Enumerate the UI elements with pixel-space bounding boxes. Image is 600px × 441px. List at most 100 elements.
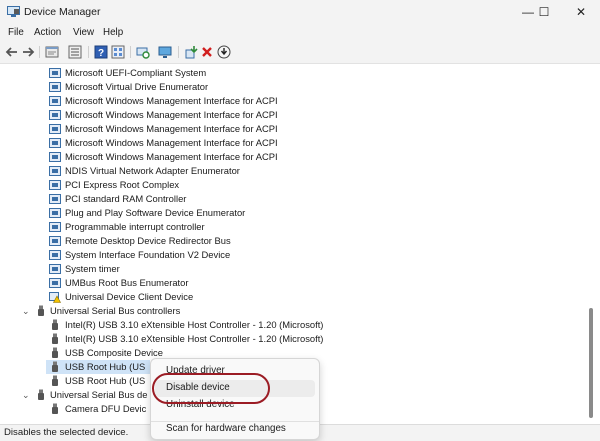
warning-device-icon <box>49 292 61 303</box>
menu-action[interactable]: Action <box>34 27 61 38</box>
tree-item-device[interactable]: System timer <box>0 262 585 276</box>
usb-icon <box>52 375 58 386</box>
usb-icon <box>52 333 58 344</box>
menu-view[interactable]: View <box>73 27 94 38</box>
system-device-icon <box>49 222 61 232</box>
status-text: Disables the selected device. <box>4 427 129 438</box>
device-label: Plug and Play Software Device Enumerator <box>65 207 246 218</box>
tree-item-device[interactable]: Remote Desktop Device Redirector Bus <box>0 234 585 248</box>
device-label: Microsoft Windows Management Interface f… <box>65 151 278 162</box>
system-device-icon <box>49 124 61 134</box>
tree-item-device[interactable]: Microsoft Virtual Drive Enumerator <box>0 80 585 94</box>
menu-help[interactable]: Help <box>103 27 123 38</box>
scrollbar-thumb[interactable] <box>589 308 593 418</box>
device-label: Universal Device Client Device <box>65 291 194 302</box>
tree-item-device[interactable]: Microsoft Windows Management Interface f… <box>0 122 585 136</box>
disable-device-icon[interactable] <box>217 45 231 59</box>
update-driver-icon[interactable] <box>184 45 198 59</box>
system-device-icon <box>49 278 61 288</box>
system-device-icon <box>49 166 61 176</box>
usb-icon <box>52 361 58 372</box>
tree-item-device[interactable]: Microsoft UEFI-Compliant System <box>0 66 585 80</box>
toolbar-separator <box>88 46 89 58</box>
close-button[interactable]: ✕ <box>565 0 597 24</box>
device-manager-window: Device Manager — ☐ ✕ File Action View He… <box>0 0 600 441</box>
menu-file[interactable]: File <box>8 27 24 38</box>
details-icon[interactable] <box>111 45 125 59</box>
system-device-icon <box>49 152 61 162</box>
tree-item-device[interactable]: Universal Device Client Device <box>0 290 585 304</box>
system-device-icon <box>49 138 61 148</box>
context-menu-scan-hardware[interactable]: Scan for hardware changes <box>166 421 306 437</box>
toolbar-separator <box>130 46 131 58</box>
device-label: USB Composite Device <box>65 347 163 358</box>
monitor-icon[interactable] <box>158 45 172 59</box>
device-label: Microsoft Virtual Drive Enumerator <box>65 81 209 92</box>
device-label: System Interface Foundation V2 Device <box>65 249 231 260</box>
device-label: UMBus Root Bus Enumerator <box>65 277 189 288</box>
list-view-icon[interactable] <box>68 45 82 59</box>
system-device-icon <box>49 208 61 218</box>
device-label: USB Root Hub (US <box>65 375 146 386</box>
back-arrow-icon[interactable] <box>5 45 19 59</box>
tree-item-device[interactable]: Plug and Play Software Device Enumerator <box>0 206 585 220</box>
device-label: Microsoft Windows Management Interface f… <box>65 137 278 148</box>
usb-icon <box>38 389 44 400</box>
device-label: Microsoft Windows Management Interface f… <box>65 95 278 106</box>
system-device-icon <box>49 180 61 190</box>
forward-arrow-icon[interactable] <box>21 45 35 59</box>
tree-item-device[interactable]: Microsoft Windows Management Interface f… <box>0 150 585 164</box>
properties-icon[interactable] <box>45 45 59 59</box>
chevron-down-icon[interactable]: ⌄ <box>22 304 30 318</box>
device-label: PCI standard RAM Controller <box>65 193 187 204</box>
tree-item-device[interactable]: UMBus Root Bus Enumerator <box>0 276 585 290</box>
system-device-icon <box>49 82 61 92</box>
menu-bar: File Action View Help <box>0 24 600 42</box>
device-label: Remote Desktop Device Redirector Bus <box>65 235 231 246</box>
device-manager-app-icon <box>7 6 20 17</box>
tree-item-device[interactable]: PCI Express Root Complex <box>0 178 585 192</box>
chevron-down-icon[interactable]: ⌄ <box>22 388 30 402</box>
usb-icon <box>52 347 58 358</box>
tree-item-device[interactable]: Microsoft Windows Management Interface f… <box>0 94 585 108</box>
title-bar[interactable]: Device Manager — ☐ ✕ <box>0 0 600 24</box>
device-label: USB Root Hub (US <box>65 361 146 372</box>
tree-item-device[interactable]: System Interface Foundation V2 Device <box>0 248 585 262</box>
tree-item-device[interactable]: NDIS Virtual Network Adapter Enumerator <box>0 164 585 178</box>
tree-item-device[interactable]: Intel(R) USB 3.10 eXtensible Host Contro… <box>0 318 585 332</box>
device-label: Camera DFU Devic <box>65 403 147 414</box>
usb-icon <box>52 403 58 414</box>
tree-category-usb-controllers[interactable]: ⌄ Universal Serial Bus controllers <box>0 304 585 318</box>
usb-icon <box>38 305 44 316</box>
scan-hardware-icon[interactable] <box>136 45 150 59</box>
help-icon[interactable]: ? <box>94 45 108 59</box>
window-title: Device Manager <box>24 6 101 18</box>
device-label: NDIS Virtual Network Adapter Enumerator <box>65 165 240 176</box>
device-label: Intel(R) USB 3.10 eXtensible Host Contro… <box>65 319 324 330</box>
toolbar-separator <box>39 46 40 58</box>
tree-item-device[interactable]: Microsoft Windows Management Interface f… <box>0 108 585 122</box>
system-device-icon <box>49 264 61 274</box>
system-device-icon <box>49 236 61 246</box>
uninstall-x-icon[interactable] <box>200 45 214 59</box>
tree-item-device[interactable]: PCI standard RAM Controller <box>0 192 585 206</box>
usb-icon <box>52 319 58 330</box>
toolbar-separator <box>178 46 179 58</box>
system-device-icon <box>49 250 61 260</box>
toolbar: ? <box>0 42 600 64</box>
category-label: Universal Serial Bus controllers <box>50 305 181 316</box>
svg-text:?: ? <box>98 48 104 59</box>
annotation-circle <box>152 373 270 404</box>
tree-item-device[interactable]: Intel(R) USB 3.10 eXtensible Host Contro… <box>0 332 585 346</box>
system-device-icon <box>49 194 61 204</box>
device-label: Microsoft Windows Management Interface f… <box>65 123 278 134</box>
category-label: Universal Serial Bus de <box>50 389 148 400</box>
vertical-scrollbar[interactable] <box>586 64 596 422</box>
device-label: PCI Express Root Complex <box>65 179 180 190</box>
tree-item-device[interactable]: Microsoft Windows Management Interface f… <box>0 136 585 150</box>
device-label: Intel(R) USB 3.10 eXtensible Host Contro… <box>65 333 324 344</box>
device-label: Microsoft Windows Management Interface f… <box>65 109 278 120</box>
tree-item-device[interactable]: Programmable interrupt controller <box>0 220 585 234</box>
maximize-button[interactable]: ☐ <box>528 0 560 24</box>
system-device-icon <box>49 68 61 78</box>
